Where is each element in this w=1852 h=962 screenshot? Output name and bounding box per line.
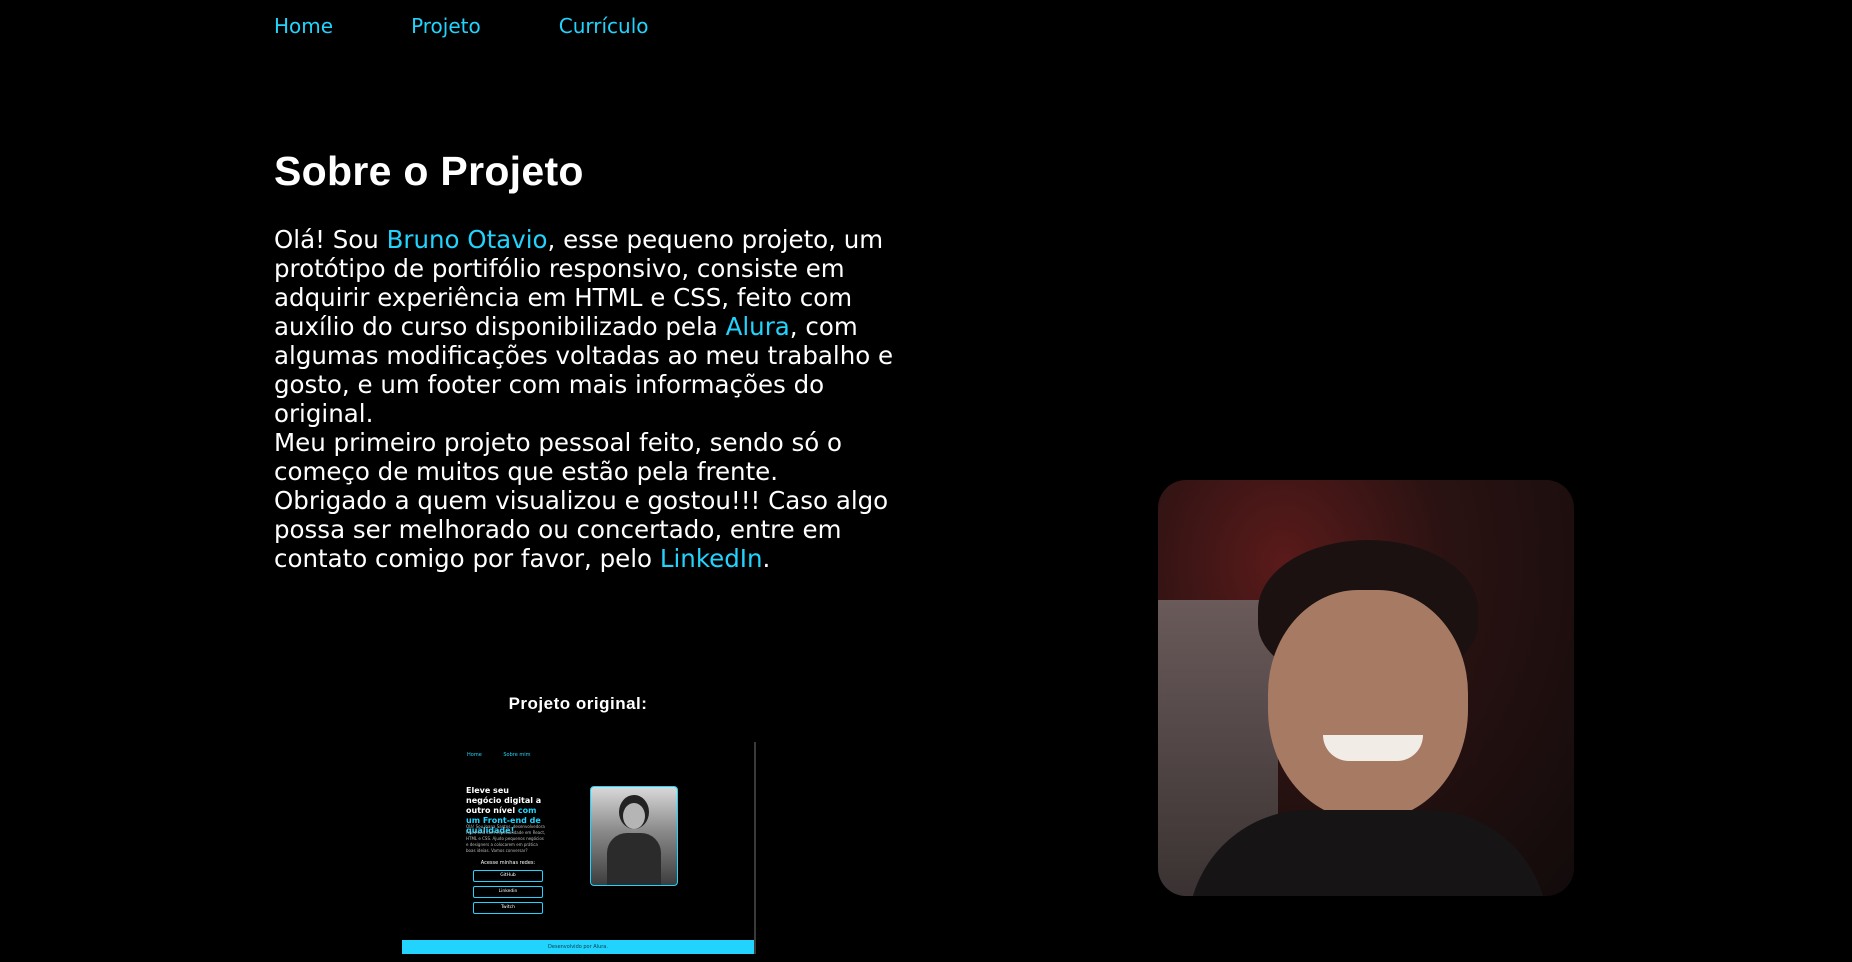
nav-link-home[interactable]: Home	[274, 14, 333, 38]
author-name-link[interactable]: Bruno Otavio	[387, 225, 548, 254]
profile-photo	[1158, 480, 1574, 896]
preview-photo-face	[623, 803, 645, 829]
page-title: Sobre o Projeto	[274, 148, 584, 194]
preview-social-label: Acesse minhas redes:	[480, 860, 536, 866]
nav-link-projeto[interactable]: Projeto	[411, 14, 481, 38]
preview-social: Acesse minhas redes: GitHub Linkedin Twi…	[466, 860, 550, 914]
top-nav: Home Projeto Currículo	[274, 14, 649, 38]
preview-github-button: GitHub	[473, 870, 543, 882]
about-text-period: .	[762, 544, 771, 573]
preview-linkedin-button: Linkedin	[473, 886, 543, 898]
linkedin-link[interactable]: LinkedIn	[660, 544, 763, 573]
preview-nav-about: Sobre mim	[503, 752, 531, 758]
original-project-label: Projeto original:	[508, 694, 648, 713]
original-project-screenshot: Home Sobre mim Eleve seu negócio digital…	[402, 742, 756, 954]
preview-profile-photo	[590, 786, 678, 886]
profile-photo-smile	[1323, 735, 1423, 761]
about-text-thanks: Obrigado a quem visualizou e gostou!!! C…	[274, 486, 889, 573]
alura-link[interactable]: Alura	[726, 312, 790, 341]
preview-description: Olá! Sou Joana Santos, desenvolvedora Fr…	[466, 824, 546, 853]
about-text-first-project: Meu primeiro projeto pessoal feito, send…	[274, 428, 843, 486]
about-text-intro: Olá! Sou	[274, 225, 387, 254]
profile-photo-face	[1268, 590, 1468, 820]
preview-photo-body	[607, 833, 661, 885]
about-text: Olá! Sou Bruno Otavio, esse pequeno proj…	[274, 225, 894, 573]
preview-nav: Home Sobre mim	[467, 752, 551, 758]
preview-footer: Desenvolvido por Alura.	[402, 940, 754, 954]
preview-twitch-button: Twitch	[473, 902, 543, 914]
nav-link-curriculo[interactable]: Currículo	[559, 14, 649, 38]
preview-nav-home: Home	[467, 752, 482, 758]
